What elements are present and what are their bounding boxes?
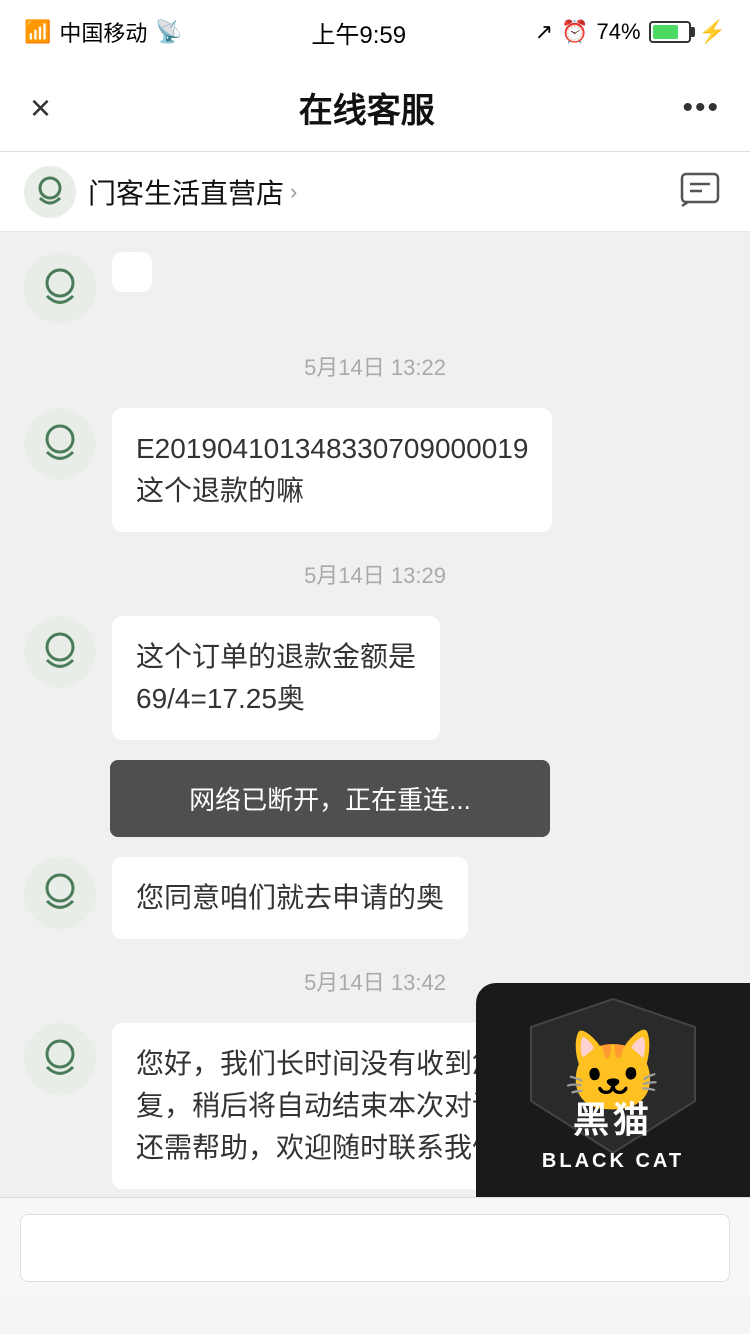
avatar-4 — [24, 857, 96, 929]
status-bar: 📶 中国移动 📡 上午9:59 ↗ ⏰ 74% ⚡ — [0, 0, 750, 64]
bubble-1: E201904101348330709000019 这个退款的嘛 — [112, 408, 552, 532]
signal-icon: 📶 — [24, 19, 51, 45]
wifi-icon: 📡 — [155, 19, 182, 45]
partial-message-row — [0, 252, 750, 334]
bubble-2: 这个订单的退款金额是 69/4=17.25奥 — [112, 616, 440, 740]
message-input[interactable] — [20, 1214, 730, 1282]
message-row-2: 这个订单的退款金额是 69/4=17.25奥 — [0, 606, 750, 750]
avatar-1 — [24, 408, 96, 480]
avatar-icon-2 — [38, 630, 82, 674]
timestamp-2: 5月14日 13:29 — [0, 558, 750, 590]
chat-area: 5月14日 13:22 E201904101348330709000019 这个… — [0, 232, 750, 1297]
chat-icon — [678, 170, 722, 214]
battery-icon — [649, 21, 691, 43]
store-left[interactable]: 门客生活直营店 › — [24, 166, 297, 218]
cat-icon-area: 🐱 黑猫 BLACK CAT — [476, 983, 750, 1183]
store-logo-icon — [32, 174, 68, 210]
avatar-icon-5 — [38, 1037, 82, 1081]
message-row-1: E201904101348330709000019 这个退款的嘛 — [0, 398, 750, 542]
carrier-label: 中国移动 — [59, 16, 147, 48]
message-row-4: 您同意咱们就去申请的奥 — [0, 847, 750, 949]
status-right: ↗ ⏰ 74% ⚡ — [535, 19, 726, 45]
alarm-icon: ⏰ — [561, 19, 588, 45]
bubble-4: 您同意咱们就去申请的奥 — [112, 857, 468, 939]
input-bar — [0, 1197, 750, 1297]
store-bar: 门客生活直营店 › — [0, 152, 750, 232]
black-cat-english: BLACK CAT — [542, 1150, 684, 1173]
avatar-icon-1 — [38, 422, 82, 466]
avatar-5 — [24, 1023, 96, 1095]
status-left: 📶 中国移动 📡 — [24, 16, 183, 48]
black-cat-chinese: 黑猫 — [573, 1091, 653, 1143]
store-chevron-icon: › — [290, 179, 297, 205]
avatar-2 — [24, 616, 96, 688]
store-chat-button[interactable] — [674, 166, 726, 218]
battery-percent: 74% — [597, 19, 641, 45]
timestamp-1: 5月14日 13:22 — [0, 350, 750, 382]
store-name-label[interactable]: 门客生活直营店 › — [88, 172, 297, 212]
black-cat-watermark: 🐱 黑猫 BLACK CAT — [476, 983, 750, 1197]
status-time: 上午9:59 — [311, 15, 406, 50]
avatar-icon — [38, 266, 82, 310]
battery-fill — [653, 25, 678, 39]
page-title: 在线客服 — [299, 83, 435, 132]
charge-icon: ⚡ — [699, 19, 726, 45]
more-button[interactable]: ••• — [682, 91, 720, 125]
avatar-icon-4 — [38, 871, 82, 915]
avatar — [24, 252, 96, 324]
nav-bar: × 在线客服 ••• — [0, 64, 750, 152]
location-icon: ↗ — [535, 19, 553, 45]
store-logo — [24, 166, 76, 218]
network-toast: 网络已断开，正在重连... — [110, 760, 550, 837]
partial-bubble — [112, 252, 152, 292]
close-button[interactable]: × — [30, 87, 51, 129]
